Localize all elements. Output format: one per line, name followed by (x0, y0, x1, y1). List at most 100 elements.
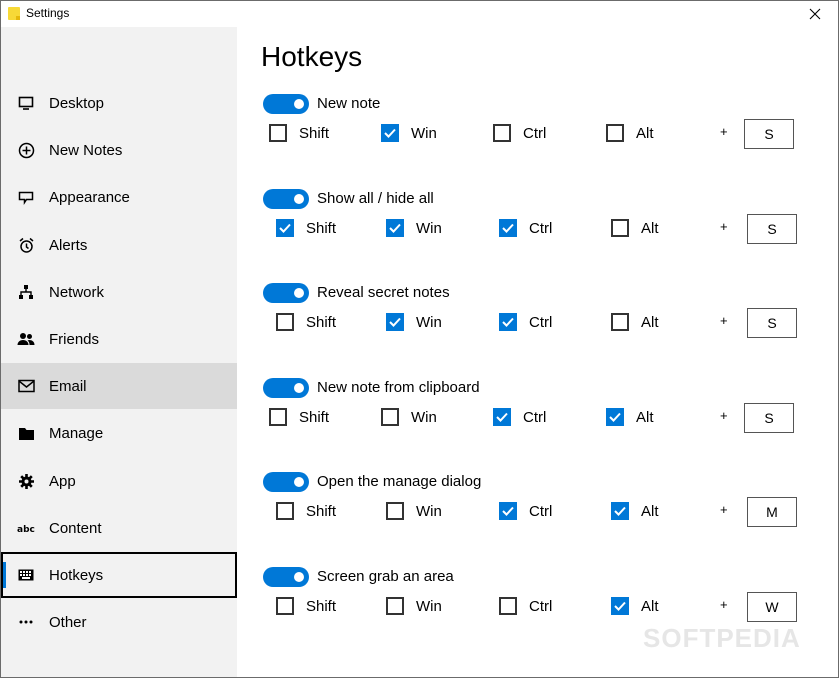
checkmark-icon (276, 219, 294, 237)
shift-checkbox[interactable]: Shift (276, 217, 336, 239)
sidebar-item-label: Hotkeys (49, 566, 104, 584)
alt-label: Alt (641, 313, 659, 331)
hotkey-key-input[interactable]: S (747, 308, 797, 338)
checkbox-box (269, 408, 287, 426)
title-bar: Settings (1, 1, 838, 27)
checkmark-icon (493, 408, 511, 426)
ctrl-label: Ctrl (529, 502, 553, 520)
sidebar-item-label: Network (49, 283, 105, 301)
shift-checkbox[interactable]: Shift (276, 311, 336, 333)
alt-checkbox[interactable]: Alt (611, 217, 659, 239)
checkbox-box (611, 219, 629, 237)
hotkey-enable-toggle[interactable] (263, 283, 309, 303)
hotkey-enable-toggle[interactable] (263, 94, 309, 114)
ctrl-label: Ctrl (523, 408, 547, 426)
sidebar-item-label: Content (49, 519, 102, 537)
win-label: Win (411, 124, 437, 142)
checkmark-icon (499, 219, 517, 237)
shift-checkbox[interactable]: Shift (269, 122, 329, 144)
sidebar-item-new-notes[interactable]: New Notes (1, 127, 237, 173)
ctrl-label: Ctrl (529, 313, 553, 331)
sidebar-item-app[interactable]: App (1, 458, 237, 504)
hotkey-key-input[interactable]: M (747, 497, 797, 527)
sidebar-item-friends[interactable]: Friends (1, 316, 237, 362)
shift-label: Shift (306, 219, 337, 237)
checkbox-box (493, 124, 511, 142)
alarm-clock-icon (17, 236, 35, 254)
hotkey-key-input[interactable]: S (744, 119, 794, 149)
shift-checkbox[interactable]: Shift (269, 406, 329, 428)
win-checkbox[interactable]: Win (386, 217, 442, 239)
plus-circle-icon (17, 141, 35, 159)
ctrl-checkbox[interactable]: Ctrl (499, 595, 552, 617)
main-panel: Hotkeys New note Shift Win Ctrl Alt + S Show al… (238, 27, 838, 677)
hotkey-section: New note Shift Win Ctrl Alt + S (238, 94, 838, 174)
mail-icon (17, 377, 35, 395)
ctrl-checkbox[interactable]: Ctrl (493, 406, 546, 428)
checkbox-box (276, 502, 294, 520)
sidebar-item-hotkeys[interactable]: Hotkeys (1, 552, 237, 598)
sidebar-item-network[interactable]: Network (1, 269, 237, 315)
win-checkbox[interactable]: Win (386, 595, 442, 617)
sidebar-item-appearance[interactable]: Appearance (1, 174, 237, 220)
plus-sign: + (720, 219, 728, 234)
plus-sign: + (720, 313, 728, 328)
plus-sign: + (720, 597, 728, 612)
plus-sign: + (720, 502, 728, 517)
close-icon (809, 8, 821, 20)
checkbox-box (386, 502, 404, 520)
hotkey-label: Open the manage dialog (317, 473, 482, 490)
sidebar-item-desktop[interactable]: Desktop (1, 80, 237, 126)
checkbox-box (606, 124, 624, 142)
checkmark-icon (381, 124, 399, 142)
win-checkbox[interactable]: Win (381, 122, 437, 144)
hotkey-label: Show all / hide all (317, 190, 434, 207)
shift-checkbox[interactable]: Shift (276, 500, 336, 522)
hotkey-key-input[interactable]: S (747, 214, 797, 244)
ctrl-label: Ctrl (523, 124, 547, 142)
checkbox-box (269, 124, 287, 142)
sidebar-item-other[interactable]: Other (1, 599, 237, 645)
hotkey-enable-toggle[interactable] (263, 472, 309, 492)
alt-checkbox[interactable]: Alt (611, 595, 659, 617)
shift-checkbox[interactable]: Shift (276, 595, 336, 617)
close-button[interactable] (792, 1, 838, 27)
hotkey-label: Screen grab an area (317, 568, 454, 585)
alt-label: Alt (641, 597, 659, 615)
checkmark-icon (386, 219, 404, 237)
gear-icon (17, 472, 35, 490)
settings-window: Settings Desktop New Notes Appearance Alert… (0, 0, 839, 678)
ctrl-checkbox[interactable]: Ctrl (493, 122, 546, 144)
sidebar-item-alerts[interactable]: Alerts (1, 222, 237, 268)
win-checkbox[interactable]: Win (386, 311, 442, 333)
alt-checkbox[interactable]: Alt (606, 406, 654, 428)
ctrl-label: Ctrl (529, 597, 553, 615)
ctrl-checkbox[interactable]: Ctrl (499, 217, 552, 239)
alt-checkbox[interactable]: Alt (611, 311, 659, 333)
hotkey-key-input[interactable]: W (747, 592, 797, 622)
sidebar-item-manage[interactable]: Manage (1, 410, 237, 456)
checkbox-box (611, 313, 629, 331)
sidebar-item-email[interactable]: Email (1, 363, 237, 409)
win-label: Win (416, 219, 442, 237)
checkbox-box (276, 597, 294, 615)
checkmark-icon (611, 502, 629, 520)
hotkey-enable-toggle[interactable] (263, 567, 309, 587)
plus-sign: + (720, 124, 728, 139)
alt-label: Alt (636, 124, 654, 142)
win-checkbox[interactable]: Win (381, 406, 437, 428)
hotkey-enable-toggle[interactable] (263, 189, 309, 209)
win-checkbox[interactable]: Win (386, 500, 442, 522)
hotkey-key-input[interactable]: S (744, 403, 794, 433)
shift-label: Shift (299, 124, 330, 142)
ctrl-checkbox[interactable]: Ctrl (499, 311, 552, 333)
ctrl-checkbox[interactable]: Ctrl (499, 500, 552, 522)
hotkey-enable-toggle[interactable] (263, 378, 309, 398)
checkbox-box (276, 313, 294, 331)
watermark-logo: SOFTPEDIA (643, 623, 801, 653)
alt-checkbox[interactable]: Alt (606, 122, 654, 144)
hotkey-label: New note (317, 95, 381, 112)
alt-checkbox[interactable]: Alt (611, 500, 659, 522)
win-label: Win (416, 597, 442, 615)
sidebar-item-content[interactable]: abc Content (1, 505, 237, 551)
